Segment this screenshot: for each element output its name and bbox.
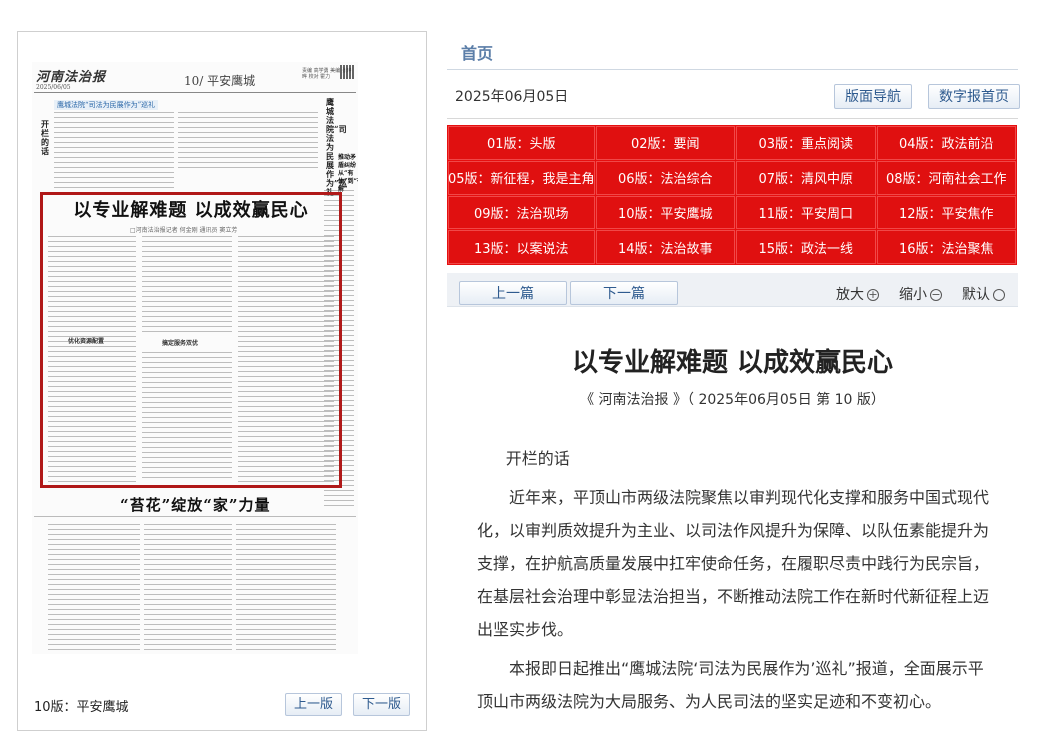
- divider: [34, 516, 356, 517]
- newspaper-page-panel: 河南法治报 10/ 平安鹰城 2025/06/05 责编 高学勇 美编 张晔晔 …: [17, 31, 427, 731]
- column-kicker: 鹰城法院“司法为民展作为”巡礼: [54, 100, 159, 110]
- page-header: 10/ 平安鹰城: [184, 74, 256, 88]
- edition-link-07[interactable]: 07版：清风中原: [736, 160, 876, 195]
- edition-link-05[interactable]: 05版：新征程，我是主角: [448, 160, 595, 195]
- edition-grid: 01版：头版 02版：要闻 03版：重点阅读 04版：政法前沿 05版：新征程，…: [447, 125, 1017, 265]
- edition-link-14[interactable]: 14版：法治故事: [595, 230, 736, 264]
- text-block: [142, 352, 232, 482]
- edition-link-12[interactable]: 12版：平安焦作: [876, 195, 1016, 230]
- minus-circle-icon: −: [930, 288, 942, 301]
- article-byline: □河南法治报记者 何金刚 通讯员 窦立芳: [130, 227, 238, 234]
- edition-link-15[interactable]: 15版：政法一线: [736, 230, 876, 264]
- divider: [447, 69, 1018, 70]
- edition-link-10[interactable]: 10版：平安鹰城: [595, 195, 736, 230]
- edition-link-11[interactable]: 11版：平安周口: [736, 195, 876, 230]
- text-block: [144, 524, 232, 652]
- prev-article-button[interactable]: 上一篇: [459, 281, 567, 305]
- article-meta: 《 河南法治报 》（ 2025年06月05日 第 10 版）: [580, 392, 885, 408]
- edition-link-08[interactable]: 08版：河南社会工作: [876, 160, 1016, 195]
- digital-home-button[interactable]: 数字报首页: [928, 84, 1020, 109]
- article-paragraph: 近年来，平顶山市两级法院聚焦以审判现代化支撑和服务中国式现代化，以审判质效提升为…: [477, 488, 990, 639]
- edition-link-13[interactable]: 13版：以案说法: [448, 230, 595, 264]
- newspaper-page-image[interactable]: 河南法治报 10/ 平安鹰城 2025/06/05 责编 高学勇 美编 张晔晔 …: [32, 62, 358, 654]
- current-page-label: 10版：平安鹰城: [34, 700, 129, 715]
- article-body: 开栏的话 近年来，平顶山市两级法院聚焦以审判现代化支撑和服务中国式现代化，以审判…: [477, 442, 989, 718]
- article-headline: 以专业解难题 以成效赢民心: [73, 200, 309, 221]
- section-head: 优化资源配置: [68, 338, 105, 345]
- next-page-button[interactable]: 下一版: [353, 693, 411, 716]
- zoom-out-label: 缩小: [899, 287, 927, 303]
- edition-link-16[interactable]: 16版：法治聚焦: [876, 230, 1016, 264]
- text-block: [48, 524, 140, 652]
- qr-code-icon: [340, 65, 354, 79]
- side-right-head: 推动矛盾纠纷从“有体”到“有解”: [338, 154, 358, 193]
- article-paragraph: 本报即日起推出“鹰城法院‘司法为民展作为’巡礼”报道，全面展示平顶山市两级法院为…: [477, 659, 984, 711]
- plus-circle-icon: +: [867, 288, 879, 301]
- zoom-in-label: 放大: [836, 287, 864, 303]
- text-block: [142, 236, 232, 334]
- article-title: 以专业解难题 以成效赢民心: [571, 348, 894, 378]
- page-masthead: 河南法治报 10/ 平安鹰城 2025/06/05 责编 高学勇 美编 张晔晔 …: [34, 62, 356, 93]
- edition-link-09[interactable]: 09版：法治现场: [448, 195, 595, 230]
- divider: [447, 118, 1018, 119]
- paper-logo: 河南法治报: [36, 70, 107, 85]
- text-block: [48, 236, 136, 482]
- side-right-vertical: 鹰城法院“司法为民展作为”巡礼: [326, 97, 347, 197]
- zoom-out-button[interactable]: 缩小 −: [899, 284, 942, 304]
- edition-link-04[interactable]: 04版：政法前沿: [876, 126, 1016, 160]
- zoom-default-button[interactable]: 默认: [962, 284, 1005, 304]
- next-article-button[interactable]: 下一篇: [570, 281, 678, 305]
- text-block: [236, 524, 336, 652]
- article-lead: 开栏的话: [505, 449, 570, 468]
- edition-link-01[interactable]: 01版：头版: [448, 126, 595, 160]
- text-block: [54, 112, 174, 188]
- edition-link-06[interactable]: 06版：法治综合: [595, 160, 736, 195]
- zoom-default-label: 默认: [962, 287, 990, 303]
- circle-icon: [993, 289, 1005, 301]
- masthead-rule: [34, 92, 356, 93]
- home-link[interactable]: 首页: [461, 40, 493, 64]
- side-left-head: 开栏的话: [41, 119, 49, 156]
- text-block: [238, 236, 334, 482]
- prev-page-button[interactable]: 上一版: [285, 693, 343, 716]
- page-date: 2025/06/05: [36, 84, 71, 91]
- issue-date: 2025年06月05日: [455, 89, 569, 105]
- text-block: [178, 112, 318, 170]
- edition-link-03[interactable]: 03版：重点阅读: [736, 126, 876, 160]
- zoom-in-button[interactable]: 放大 +: [836, 284, 879, 304]
- second-headline: “苔花”绽放“家”力量: [120, 496, 271, 514]
- layout-nav-button[interactable]: 版面导航: [834, 84, 912, 109]
- edition-link-02[interactable]: 02版：要闻: [595, 126, 736, 160]
- section-head: 搞定服务双优: [162, 340, 199, 347]
